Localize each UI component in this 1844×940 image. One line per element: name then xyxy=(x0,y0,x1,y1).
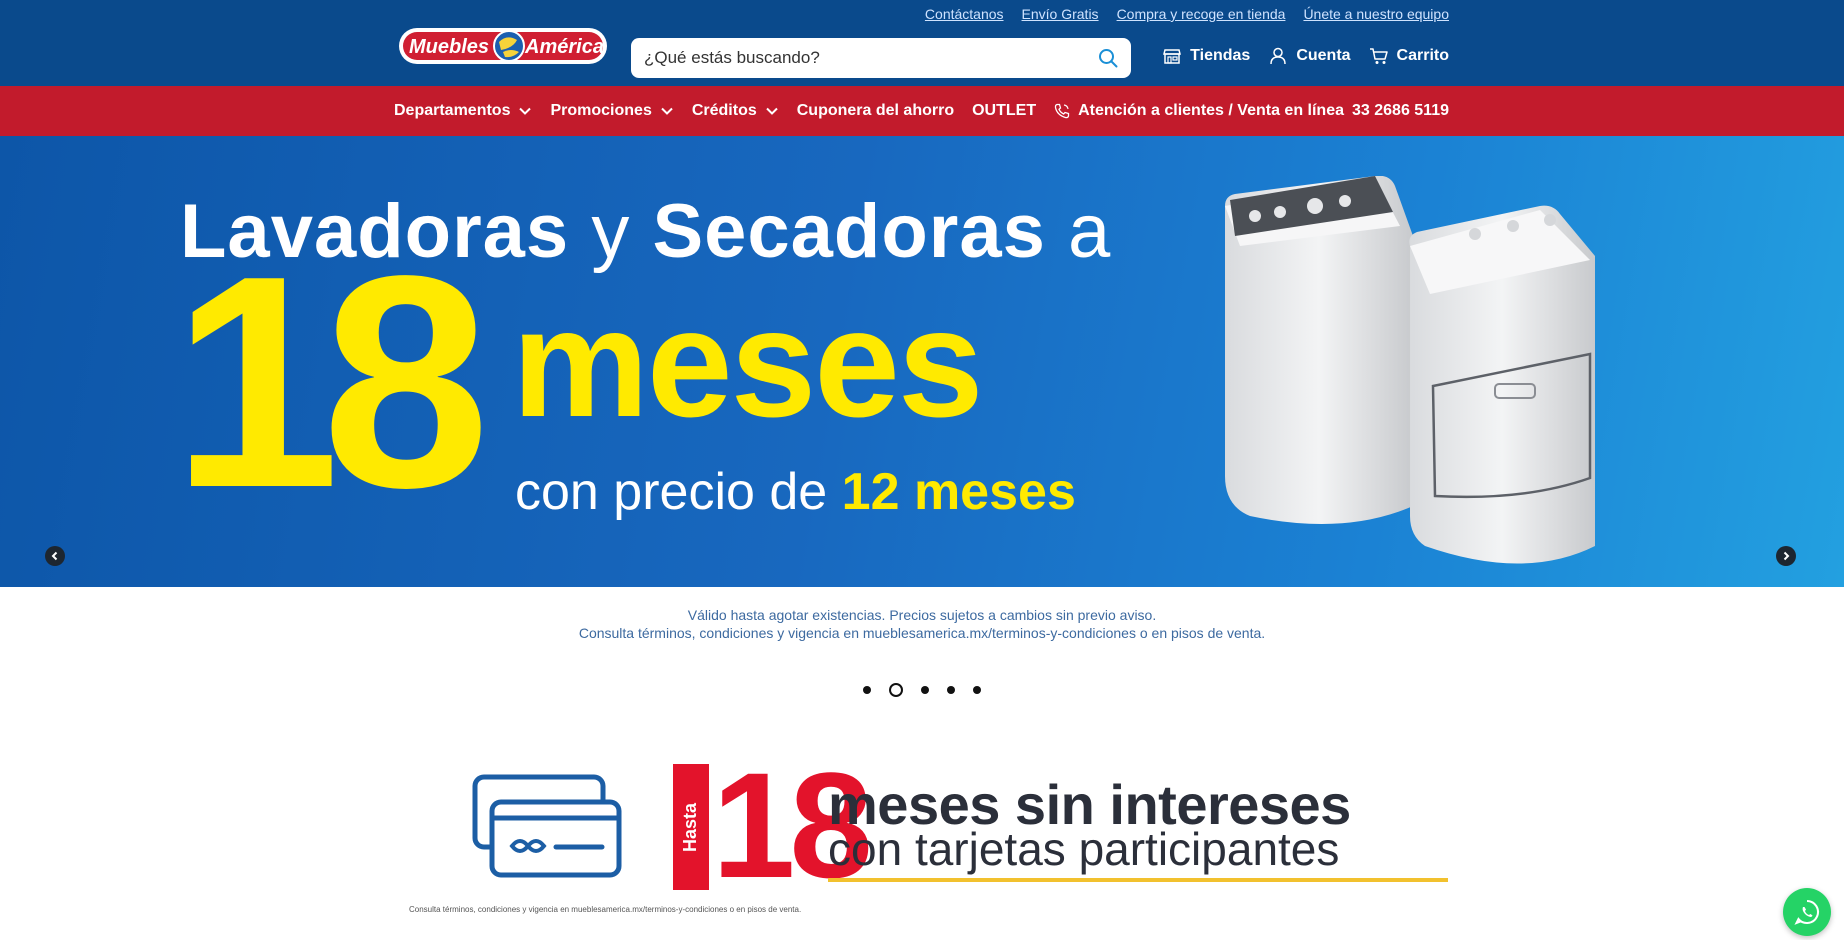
header-carrito-label: Carrito xyxy=(1396,47,1449,64)
nav-outlet[interactable]: OUTLET xyxy=(972,102,1036,120)
nav-creditos[interactable]: Créditos xyxy=(692,102,779,120)
carousel-next-button[interactable] xyxy=(1776,546,1796,566)
top-link-compra-recoge[interactable]: Compra y recoge en tienda xyxy=(1117,6,1286,22)
muebles-america-logo[interactable]: Muebles América xyxy=(397,24,609,68)
hasta-label: Hasta xyxy=(680,802,701,852)
whatsapp-icon xyxy=(1794,900,1819,925)
nav-outlet-label: OUTLET xyxy=(972,102,1037,119)
top-links: Contáctanos Envío Gratis Compra y recoge… xyxy=(925,6,1449,22)
cart-icon xyxy=(1369,48,1388,64)
phone-icon xyxy=(1054,103,1070,119)
hero-sub-highlight: 12 meses xyxy=(841,463,1076,521)
promo-underline xyxy=(828,878,1448,882)
hero-banner[interactable]: Lavadoras y Secadoras a 18 meses con pre… xyxy=(0,136,1844,587)
search-input[interactable] xyxy=(631,38,1081,78)
top-link-envio-gratis[interactable]: Envío Gratis xyxy=(1022,6,1099,22)
nav-departamentos[interactable]: Departamentos xyxy=(394,102,532,120)
disclaimer-line-2: Consulta términos, condiciones y vigenci… xyxy=(578,625,1266,641)
carousel-dot[interactable] xyxy=(921,686,929,694)
nav-contact[interactable]: Atención a clientes / Venta en línea 33 … xyxy=(1054,86,1449,136)
nav-cuponera-label: Cuponera del ahorro xyxy=(796,102,955,119)
carousel-dot[interactable] xyxy=(947,686,955,694)
top-header: Contáctanos Envío Gratis Compra y recoge… xyxy=(0,0,1844,86)
nav-creditos-label: Créditos xyxy=(691,102,757,119)
hero-disclaimer: Válido hasta agotar existencias. Precios… xyxy=(0,606,1844,642)
disclaimer-line-1: Válido hasta agotar existencias. Precios… xyxy=(687,607,1157,623)
hero-sub-prefix: con precio de xyxy=(515,463,828,521)
header-cuenta[interactable]: Cuenta xyxy=(1268,46,1351,66)
header-carrito[interactable]: Carrito xyxy=(1369,46,1449,66)
search-icon[interactable] xyxy=(1098,48,1118,68)
credit-card-icon xyxy=(472,774,622,878)
hasta-badge-text: Hasta xyxy=(673,764,709,890)
carousel-dot[interactable] xyxy=(863,686,871,694)
logo-text-muebles: Muebles xyxy=(409,36,489,58)
chevron-down-icon xyxy=(766,107,778,115)
hero-word-a: a xyxy=(1068,189,1112,274)
carousel-dot-active[interactable] xyxy=(889,683,903,697)
washer-dryer-image xyxy=(1225,176,1595,564)
chevron-right-icon xyxy=(1783,551,1790,561)
carousel-dot[interactable] xyxy=(973,686,981,694)
main-nav: Departamentos Promociones Créditos Cupon… xyxy=(0,86,1844,136)
nav-items: Departamentos Promociones Créditos Cupon… xyxy=(394,86,1036,136)
hero-word-y: y xyxy=(591,189,631,274)
nav-promociones[interactable]: Promociones xyxy=(550,102,673,120)
chevron-down-icon xyxy=(519,107,532,115)
store-icon xyxy=(1163,49,1182,64)
promo-subtitle: con tarjetas participantes xyxy=(828,823,1340,875)
top-link-unete[interactable]: Únete a nuestro equipo xyxy=(1303,6,1449,22)
chevron-left-icon xyxy=(51,551,58,561)
carousel-prev-button[interactable] xyxy=(45,546,65,566)
hero-word-secadoras: Secadoras xyxy=(652,189,1046,274)
msi-promo-banner[interactable]: Hasta 18 meses sin intereses con tarjeta… xyxy=(0,750,1844,940)
carousel-dots xyxy=(0,683,1844,697)
header-cuenta-label: Cuenta xyxy=(1296,47,1351,64)
header-actions: Tiendas Cuenta Carrito xyxy=(1162,46,1449,66)
nav-contact-phone: 33 2686 5119 xyxy=(1352,102,1449,119)
whatsapp-button[interactable] xyxy=(1783,888,1831,936)
logo-text-america: América xyxy=(524,36,604,58)
nav-promociones-label: Promociones xyxy=(550,102,652,119)
header-tiendas-label: Tiendas xyxy=(1190,47,1251,64)
nav-departamentos-label: Departamentos xyxy=(394,102,511,119)
top-link-contactanos[interactable]: Contáctanos xyxy=(925,6,1004,22)
hero-number: 18 xyxy=(172,213,490,550)
user-icon xyxy=(1270,47,1287,65)
promo-fine-print: Consulta términos, condiciones y vigenci… xyxy=(409,905,802,914)
chevron-down-icon xyxy=(661,107,673,115)
search-box xyxy=(631,38,1131,78)
nav-contact-label: Atención a clientes / Venta en línea xyxy=(1078,102,1344,119)
header-tiendas[interactable]: Tiendas xyxy=(1162,46,1250,66)
nav-cuponera[interactable]: Cuponera del ahorro xyxy=(797,102,954,120)
hero-subline: con precio de 12 meses xyxy=(515,462,1076,522)
hero-unit: meses xyxy=(512,277,984,449)
